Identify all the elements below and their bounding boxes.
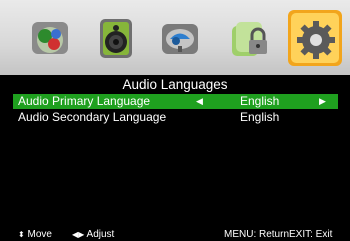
gear-icon[interactable]: [286, 8, 344, 68]
exit-hint: EXIT: Exit: [289, 229, 333, 240]
move-label: Move: [27, 229, 52, 240]
speaker-icon[interactable]: [92, 14, 140, 62]
row-value: English: [240, 94, 280, 108]
menu-row-audio-primary-language[interactable]: Audio Primary Language ◀ English ▶: [13, 94, 338, 109]
category-bar: [0, 0, 350, 75]
footer-hints: ⬍ Move ◀▶ Adjust MENU: Return EXIT: Exit: [0, 229, 350, 241]
arrow-right-icon[interactable]: ▶: [319, 94, 326, 109]
adjust-label: Adjust: [86, 229, 115, 240]
row-value: English: [240, 110, 280, 124]
arrow-left-icon[interactable]: ◀: [196, 94, 203, 109]
menu-row-audio-secondary-language[interactable]: Audio Secondary Language English: [13, 110, 338, 125]
lock-icon[interactable]: [224, 14, 272, 62]
row-label: Audio Secondary Language: [18, 110, 167, 124]
left-right-arrows-icon: ◀▶: [72, 230, 85, 239]
picture-icon[interactable]: [26, 14, 74, 62]
adjust-hint: ◀▶ Adjust: [72, 229, 114, 241]
satellite-dish-icon[interactable]: [156, 14, 204, 62]
page-title: Audio Languages: [122, 77, 228, 92]
move-hint: ⬍ Move: [18, 229, 52, 241]
row-label: Audio Primary Language: [18, 94, 151, 108]
up-down-arrows-icon: ⬍: [18, 230, 25, 239]
menu-return-hint: MENU: Return: [224, 229, 290, 240]
